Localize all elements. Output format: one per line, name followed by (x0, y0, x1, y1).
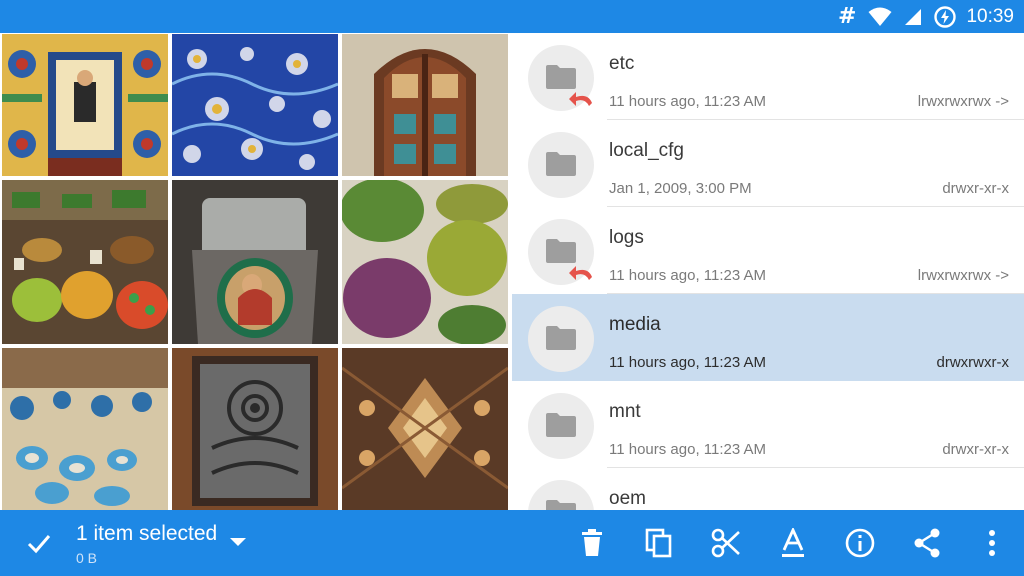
file-row-local-cfg[interactable]: local_cfg Jan 1, 2009, 3:00 PM drwxr-xr-x (512, 120, 1024, 207)
file-permissions: drwxr-xr-x (942, 180, 1009, 197)
signal-icon (904, 8, 922, 26)
file-row-etc[interactable]: etc 11 hours ago, 11:23 AM lrwxrwxrwx -> (512, 33, 1024, 120)
hash-icon: # (838, 4, 857, 29)
file-name: mnt (609, 401, 641, 422)
file-date: Jan 1, 2009, 3:00 PM (609, 180, 752, 197)
file-name: media (609, 314, 661, 335)
file-row-mnt[interactable]: mnt 11 hours ago, 11:23 AM drwxr-xr-x (512, 381, 1024, 468)
tile-spice-market[interactable] (2, 180, 168, 344)
battery-charging-icon (934, 5, 957, 28)
file-date: 11 hours ago, 11:23 AM (609, 441, 767, 458)
file-name: local_cfg (609, 140, 684, 161)
info-icon[interactable] (838, 521, 882, 565)
folder-icon-circle[interactable] (528, 306, 594, 372)
file-name: logs (609, 227, 644, 248)
file-row-oem[interactable]: oem (512, 468, 1024, 510)
share-icon[interactable] (905, 521, 949, 565)
delete-icon[interactable] (570, 521, 614, 565)
image-gallery (0, 33, 512, 510)
folder-icon (546, 65, 576, 89)
file-date: 11 hours ago, 11:23 AM (609, 93, 767, 110)
file-permissions: lrwxrwxrwx -> (917, 93, 1009, 110)
tile-herb-sacks[interactable] (342, 180, 508, 344)
folder-icon-circle[interactable] (528, 45, 594, 111)
tile-tiled-portrait[interactable] (2, 34, 168, 176)
cut-icon[interactable] (704, 521, 748, 565)
done-icon[interactable] (17, 521, 61, 565)
wifi-icon (868, 7, 892, 27)
tile-wooden-door[interactable] (342, 34, 508, 176)
selection-count[interactable]: 1 item selected (76, 522, 217, 546)
selection-size: 0 B (76, 550, 98, 566)
folder-icon (546, 326, 576, 350)
symlink-icon (569, 266, 592, 280)
chevron-down-icon[interactable] (230, 538, 246, 546)
tile-pottery-stall[interactable] (2, 348, 168, 510)
file-permissions: drwxrwxr-x (936, 354, 1010, 371)
file-name: etc (609, 53, 635, 74)
folder-icon-circle[interactable] (528, 480, 594, 510)
clock: 10:39 (966, 5, 1014, 27)
symlink-icon (569, 92, 592, 106)
status-bar: # 10:39 (0, 0, 1024, 33)
file-permissions: lrwxrwxrwx -> (917, 267, 1009, 284)
tile-blue-tiles[interactable] (172, 34, 338, 176)
tile-painted-bottle[interactable] (172, 180, 338, 344)
folder-icon (546, 413, 576, 437)
file-row-media[interactable]: media 11 hours ago, 11:23 AM drwxrwxr-x (512, 294, 1024, 381)
selection-action-bar: 1 item selected 0 B (0, 510, 1024, 576)
file-list: etc 11 hours ago, 11:23 AM lrwxrwxrwx -> lo… (512, 33, 1024, 510)
copy-icon[interactable] (637, 521, 681, 565)
file-permissions: drwxr-xr-x (942, 441, 1009, 458)
more-icon[interactable] (970, 521, 1014, 565)
rename-icon[interactable] (771, 521, 815, 565)
file-date: 11 hours ago, 11:23 AM (609, 354, 767, 371)
tile-ornate-door[interactable] (172, 348, 338, 510)
folder-icon-circle[interactable] (528, 132, 594, 198)
folder-icon (546, 152, 576, 176)
tile-mirror-ceiling[interactable] (342, 348, 508, 510)
file-name: oem (609, 488, 646, 509)
file-row-logs[interactable]: logs 11 hours ago, 11:23 AM lrwxrwxrwx -> (512, 207, 1024, 294)
folder-icon (546, 500, 576, 510)
folder-icon (546, 239, 576, 263)
folder-icon-circle[interactable] (528, 393, 594, 459)
folder-icon-circle[interactable] (528, 219, 594, 285)
file-date: 11 hours ago, 11:23 AM (609, 267, 767, 284)
